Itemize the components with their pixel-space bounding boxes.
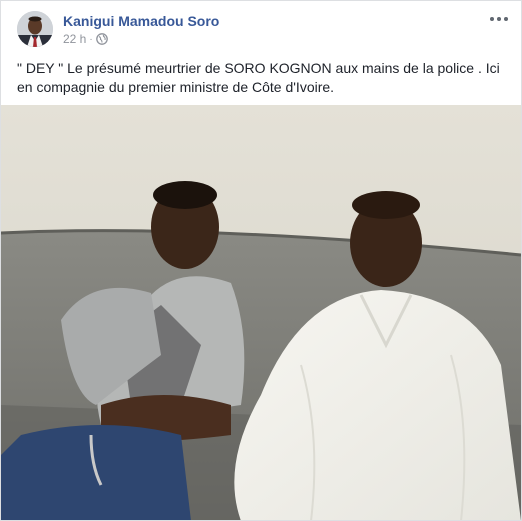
post-photo[interactable] — [1, 105, 521, 520]
facebook-post: Kanigui Mamadou Soro 22 h · " DEY " Le p… — [0, 0, 522, 521]
post-timestamp[interactable]: 22 h — [63, 32, 86, 46]
meta-separator: · — [89, 33, 93, 45]
post-text: " DEY " Le présumé meurtrier de SORO KOG… — [17, 60, 500, 95]
author-name[interactable]: Kanigui Mamadou Soro — [63, 13, 219, 29]
post-meta: 22 h · — [63, 32, 108, 46]
author-avatar[interactable] — [17, 11, 53, 47]
globe-icon[interactable] — [95, 33, 108, 45]
more-options-icon[interactable] — [489, 11, 509, 27]
post-header: Kanigui Mamadou Soro 22 h · — [1, 1, 521, 55]
